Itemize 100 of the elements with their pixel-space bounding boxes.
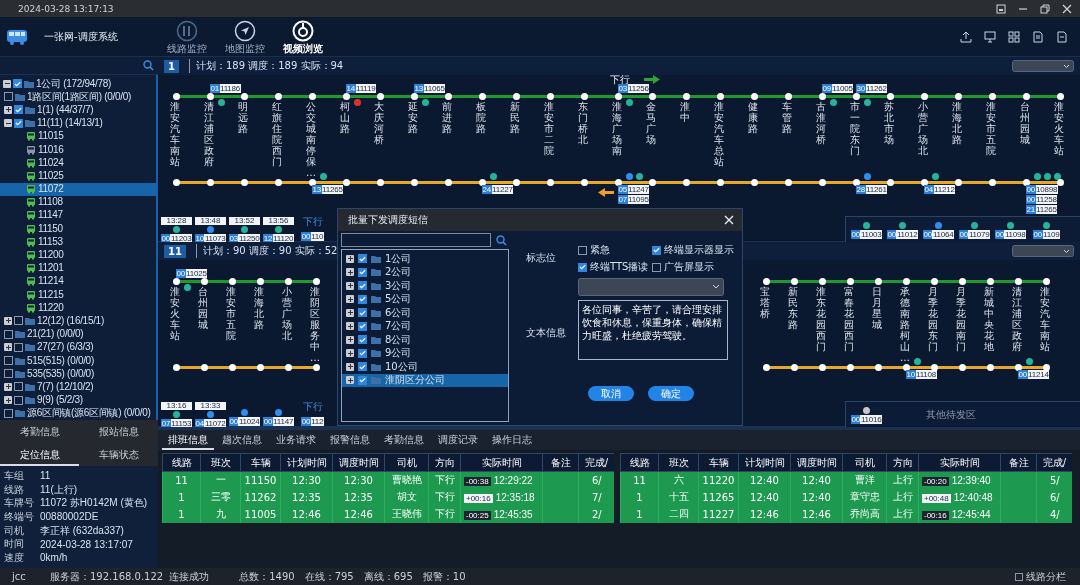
tree-item[interactable]: 11153 bbox=[0, 235, 156, 249]
checkbox[interactable] bbox=[14, 316, 23, 326]
expand-toggle[interactable] bbox=[346, 335, 354, 344]
tab[interactable]: 报警信息 bbox=[324, 430, 376, 450]
expand-toggle[interactable] bbox=[346, 376, 354, 385]
document-icon[interactable] bbox=[1056, 30, 1068, 43]
checkbox[interactable] bbox=[358, 335, 367, 345]
tree-item[interactable]: 2公司 bbox=[342, 265, 508, 279]
tree-item[interactable]: 11015 bbox=[0, 129, 156, 143]
tree-item[interactable]: 5公司 bbox=[342, 292, 508, 306]
expand-toggle[interactable] bbox=[346, 349, 354, 358]
tree-item[interactable]: 21(21) (0/0/0) bbox=[0, 327, 156, 341]
nav-button[interactable]: 线路监控 bbox=[164, 18, 210, 55]
checkbox[interactable] bbox=[4, 92, 13, 102]
sidebar-tab[interactable]: 定位信息 bbox=[0, 443, 79, 466]
checkbox[interactable] bbox=[4, 408, 13, 418]
tree-item[interactable]: 11201 bbox=[0, 261, 156, 275]
tree-item[interactable]: 6公司 bbox=[342, 306, 508, 320]
expand-toggle[interactable] bbox=[346, 254, 354, 263]
tree-item[interactable]: 1路区间(1路区间) (0/0/0) bbox=[0, 90, 156, 104]
expand-toggle[interactable] bbox=[346, 268, 354, 277]
expand-toggle[interactable] bbox=[3, 79, 11, 88]
tree-item[interactable]: 11220 bbox=[0, 301, 156, 315]
tree-item[interactable]: 7公司 bbox=[342, 319, 508, 333]
checkbox[interactable] bbox=[13, 79, 22, 89]
grid-icon[interactable] bbox=[1008, 30, 1020, 43]
upload-icon[interactable] bbox=[960, 30, 972, 43]
nav-button[interactable]: 地图监控 bbox=[222, 18, 268, 55]
message-field[interactable]: 各位同事，辛苦了，请合理安排饮食和休息，保重身体，确保精力旺盛，杜绝疲劳驾驶。 bbox=[578, 300, 728, 360]
tree-item[interactable]: 11024 bbox=[0, 156, 156, 170]
tree-item[interactable]: 27(27) (6/3/3) bbox=[0, 340, 156, 354]
checkbox[interactable] bbox=[358, 362, 367, 372]
expand-toggle[interactable] bbox=[346, 362, 354, 371]
checkbox[interactable] bbox=[358, 348, 367, 358]
checkbox[interactable] bbox=[14, 342, 23, 352]
checkbox[interactable] bbox=[4, 369, 13, 379]
tab[interactable]: 调度记录 bbox=[432, 430, 484, 450]
checkbox[interactable] bbox=[578, 262, 587, 272]
checkbox[interactable] bbox=[358, 308, 367, 318]
expand-toggle[interactable] bbox=[346, 281, 354, 290]
search-field[interactable] bbox=[341, 233, 491, 247]
checkbox[interactable] bbox=[14, 105, 23, 115]
checkbox[interactable] bbox=[358, 294, 367, 304]
expand-toggle[interactable] bbox=[4, 105, 12, 114]
expand-toggle[interactable] bbox=[4, 382, 12, 391]
tree-item[interactable]: 11150 bbox=[0, 222, 156, 236]
checkbox[interactable] bbox=[1015, 572, 1023, 581]
tree-item[interactable]: 3公司 bbox=[342, 279, 508, 293]
tree-item[interactable]: 11108 bbox=[0, 195, 156, 209]
tree-item[interactable]: 8公司 bbox=[342, 333, 508, 347]
search-icon[interactable] bbox=[496, 234, 507, 246]
close-icon[interactable] bbox=[1062, 3, 1072, 14]
tree-item[interactable]: 1(1) (44/37/7) bbox=[0, 103, 156, 117]
document-icon[interactable] bbox=[1032, 30, 1044, 43]
expand-toggle[interactable] bbox=[4, 343, 12, 352]
checkbox[interactable] bbox=[652, 245, 661, 255]
tree-item[interactable]: 1公司 bbox=[342, 252, 508, 266]
tree-item[interactable]: 12(12) (16/15/1) bbox=[0, 314, 156, 328]
checkbox[interactable] bbox=[358, 281, 367, 291]
close-icon[interactable] bbox=[724, 215, 734, 225]
tree-item[interactable]: 1公司 (172/94/78) bbox=[0, 77, 156, 91]
tree-item[interactable]: 11200 bbox=[0, 248, 156, 262]
checkbox[interactable] bbox=[14, 118, 23, 128]
tab[interactable]: 趟次信息 bbox=[216, 430, 268, 450]
dialog-button[interactable]: 确定 bbox=[648, 386, 694, 401]
dialog-button[interactable]: 取消 bbox=[588, 386, 634, 401]
tree-item[interactable]: 11214 bbox=[0, 274, 156, 288]
tab[interactable]: 排班信息 bbox=[162, 430, 214, 450]
search-icon[interactable] bbox=[143, 60, 154, 71]
tab[interactable]: 操作日志 bbox=[486, 430, 538, 450]
tree-item[interactable]: 11215 bbox=[0, 288, 156, 302]
expand-toggle[interactable] bbox=[4, 119, 12, 128]
tab[interactable]: 业务请求 bbox=[270, 430, 322, 450]
tree-item[interactable]: 11(11) (14/13/1) bbox=[0, 116, 156, 130]
expand-toggle[interactable] bbox=[346, 322, 354, 331]
expand-toggle[interactable] bbox=[346, 295, 354, 304]
checkbox[interactable] bbox=[578, 245, 587, 255]
tree-item[interactable]: 9公司 bbox=[342, 346, 508, 360]
sidebar-tab[interactable]: 车辆状态 bbox=[79, 443, 158, 466]
checkbox[interactable] bbox=[652, 262, 661, 272]
sidebar-tab[interactable]: 报站信息 bbox=[79, 420, 158, 443]
checkbox[interactable] bbox=[4, 356, 13, 366]
tree-item[interactable]: 11025 bbox=[0, 169, 156, 183]
checkbox[interactable] bbox=[358, 321, 367, 331]
pin-window-icon[interactable] bbox=[996, 3, 1006, 14]
sidebar-tab[interactable]: 考勤信息 bbox=[0, 420, 79, 443]
tree-item[interactable]: 源6区间镇(源6区间镇) (0/0/0) bbox=[0, 406, 156, 420]
checkbox[interactable] bbox=[4, 329, 13, 339]
checkbox[interactable] bbox=[358, 267, 367, 277]
checkbox[interactable] bbox=[358, 375, 367, 385]
checkbox[interactable] bbox=[14, 395, 23, 405]
tree-item[interactable]: 515(515) (0/0/0) bbox=[0, 353, 156, 368]
expand-toggle[interactable] bbox=[346, 308, 354, 317]
tree-item[interactable]: 10公司 bbox=[342, 360, 508, 374]
tree-item[interactable]: 11147 bbox=[0, 208, 156, 223]
nav-button[interactable]: 视频浏览 bbox=[280, 18, 326, 55]
expand-toggle[interactable] bbox=[4, 396, 12, 405]
tree-item[interactable]: 535(535) (0/0/0) bbox=[0, 367, 156, 381]
tree-item[interactable]: 9(9) (5/2/3) bbox=[0, 393, 156, 407]
tree-item[interactable]: 7(7) (12/10/2) bbox=[0, 380, 156, 394]
